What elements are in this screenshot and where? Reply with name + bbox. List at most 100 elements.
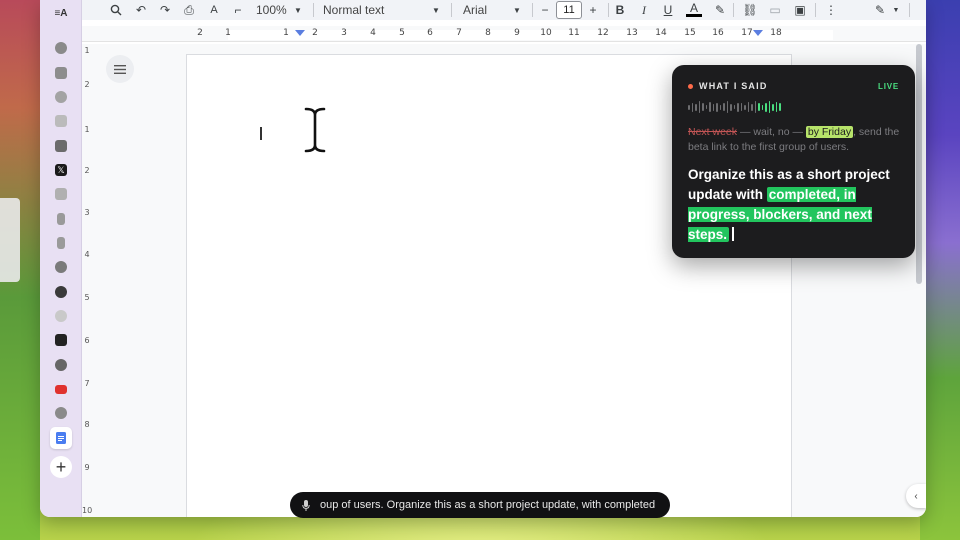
ruler-label: 12	[597, 28, 609, 38]
decrease-font-icon[interactable]: −	[537, 2, 553, 18]
waveform-bar	[691, 102, 693, 112]
vertical-scrollbar[interactable]	[916, 44, 922, 284]
dictation-panel: WHAT I SAID LIVE Next week — wait, no — …	[672, 65, 915, 258]
font-caret-icon[interactable]: ▼	[509, 2, 525, 18]
globe-icon[interactable]	[53, 40, 69, 56]
waveform-bar	[705, 105, 707, 109]
ruler-label: 8	[485, 28, 491, 38]
background-window-edge	[0, 198, 20, 282]
vruler-label: 9	[84, 463, 90, 472]
correction-highlight: by Friday	[805, 126, 854, 138]
youtube-icon[interactable]	[53, 381, 69, 397]
paint-format-icon[interactable]: ⌐	[230, 2, 246, 18]
ruler-label: 16	[712, 28, 724, 38]
add-icon[interactable]: +	[50, 456, 72, 478]
left-indent-marker[interactable]	[295, 30, 305, 36]
waveform-bar	[761, 104, 763, 110]
waveform-bar	[719, 104, 721, 110]
vruler-label: 2	[84, 166, 90, 175]
edit-mode-caret-icon[interactable]: ▼	[888, 2, 904, 18]
vruler-label: 2	[84, 80, 90, 89]
vruler-label: 4	[84, 250, 90, 259]
arrows-icon[interactable]	[53, 89, 69, 105]
docs-icon[interactable]	[50, 427, 72, 449]
ruler-label: 17	[741, 28, 753, 38]
ruler-label: 14	[655, 28, 667, 38]
browser-icon[interactable]	[53, 259, 69, 275]
redo-icon[interactable]: ↷	[157, 2, 173, 18]
comment-icon[interactable]: ▭	[767, 2, 783, 18]
style-caret-icon[interactable]: ▼	[428, 2, 444, 18]
edit-mode-icon[interactable]: ✎	[872, 2, 888, 18]
highlight-icon[interactable]: ✎	[712, 2, 728, 18]
ruler-label: 10	[540, 28, 552, 38]
ruler-label: 11	[568, 28, 580, 38]
chrome-icon[interactable]	[53, 405, 69, 421]
struck-phrase: Next week	[688, 126, 738, 138]
ruler-label: 13	[626, 28, 638, 38]
ruler-label: 1	[225, 28, 231, 38]
ruler-label: 18	[770, 28, 782, 38]
toolbar-divider	[451, 3, 452, 17]
live-transcript-bar[interactable]: oup of users. Organize this as a short p…	[290, 492, 670, 518]
ruler-label: 15	[684, 28, 696, 38]
text-color-button[interactable]: A	[686, 1, 702, 17]
vruler-label: 1	[84, 46, 90, 55]
italic-button[interactable]: I	[636, 2, 652, 18]
waveform-bar	[751, 103, 753, 111]
text-cursor	[260, 127, 262, 140]
waveform-bar	[768, 101, 770, 113]
live-badge: LIVE	[878, 82, 899, 91]
globe-icon[interactable]	[53, 357, 69, 373]
puzzle-icon[interactable]	[53, 65, 69, 81]
linkedin-icon[interactable]	[53, 138, 69, 154]
waveform-bar	[716, 102, 718, 112]
print-icon[interactable]: ⎙	[181, 2, 197, 18]
tabs-menu-icon[interactable]: ≡A	[51, 4, 71, 22]
bookmark-icon[interactable]	[53, 211, 69, 227]
font-size-input[interactable]: 11	[556, 1, 582, 19]
desktop-wallpaper-right	[920, 0, 960, 540]
horizontal-ruler[interactable]: 2 1 1 2 3 4 5 6 7 8 9 10 11 12 13 14 15 16 17 18	[82, 26, 926, 42]
ruler-label: 9	[514, 28, 520, 38]
underline-button[interactable]: U	[660, 2, 676, 18]
increase-font-icon[interactable]: +	[585, 2, 601, 18]
square-app-icon[interactable]	[53, 113, 69, 129]
waveform-bar	[765, 102, 767, 112]
toolbar-divider	[909, 3, 910, 17]
collapse-toolbar-icon[interactable]: ︿	[924, 2, 926, 18]
history-icon[interactable]	[53, 308, 69, 324]
app-icon[interactable]	[53, 186, 69, 202]
more-options-icon[interactable]: ⋮	[823, 2, 839, 18]
x-icon[interactable]: 𝕏	[53, 162, 69, 178]
waveform-bar	[702, 103, 704, 111]
panel-header: WHAT I SAID	[688, 81, 768, 91]
tiktok-icon[interactable]	[53, 332, 69, 348]
docs-toolbar: ↶ ↷ ⎙ A ⌐ 100% ▼ Normal text ▼ Arial ▼ −…	[82, 0, 926, 20]
waveform-bar	[747, 102, 749, 112]
side-panel-toggle-icon[interactable]: ‹	[906, 484, 926, 508]
ruler-label: 5	[399, 28, 405, 38]
bookmark-icon[interactable]	[53, 235, 69, 251]
vertical-ruler: 1 2 1 2 3 4 5 6 7 8 9 10	[82, 44, 92, 517]
style-select[interactable]: Normal text	[323, 3, 384, 17]
document-outline-button[interactable]	[106, 55, 134, 83]
font-select[interactable]: Arial	[463, 3, 487, 17]
waveform-bar	[730, 103, 732, 111]
threads-icon[interactable]	[53, 284, 69, 300]
link-icon[interactable]: ⛓	[742, 2, 758, 18]
panel-title: WHAT I SAID	[699, 81, 768, 91]
right-indent-marker[interactable]	[753, 30, 763, 36]
waveform-bar	[698, 101, 700, 113]
toolbar-divider	[313, 3, 314, 17]
ruler-label: 1	[283, 28, 289, 38]
spellcheck-icon[interactable]: A	[206, 2, 222, 18]
zoom-caret-icon[interactable]: ▼	[290, 2, 306, 18]
bold-button[interactable]: B	[612, 2, 628, 18]
ruler-label: 7	[456, 28, 462, 38]
search-icon[interactable]	[108, 2, 124, 18]
recording-dot-icon	[688, 83, 693, 89]
zoom-select[interactable]: 100%	[256, 3, 287, 17]
undo-icon[interactable]: ↶	[133, 2, 149, 18]
image-icon[interactable]: ▣	[792, 2, 808, 18]
